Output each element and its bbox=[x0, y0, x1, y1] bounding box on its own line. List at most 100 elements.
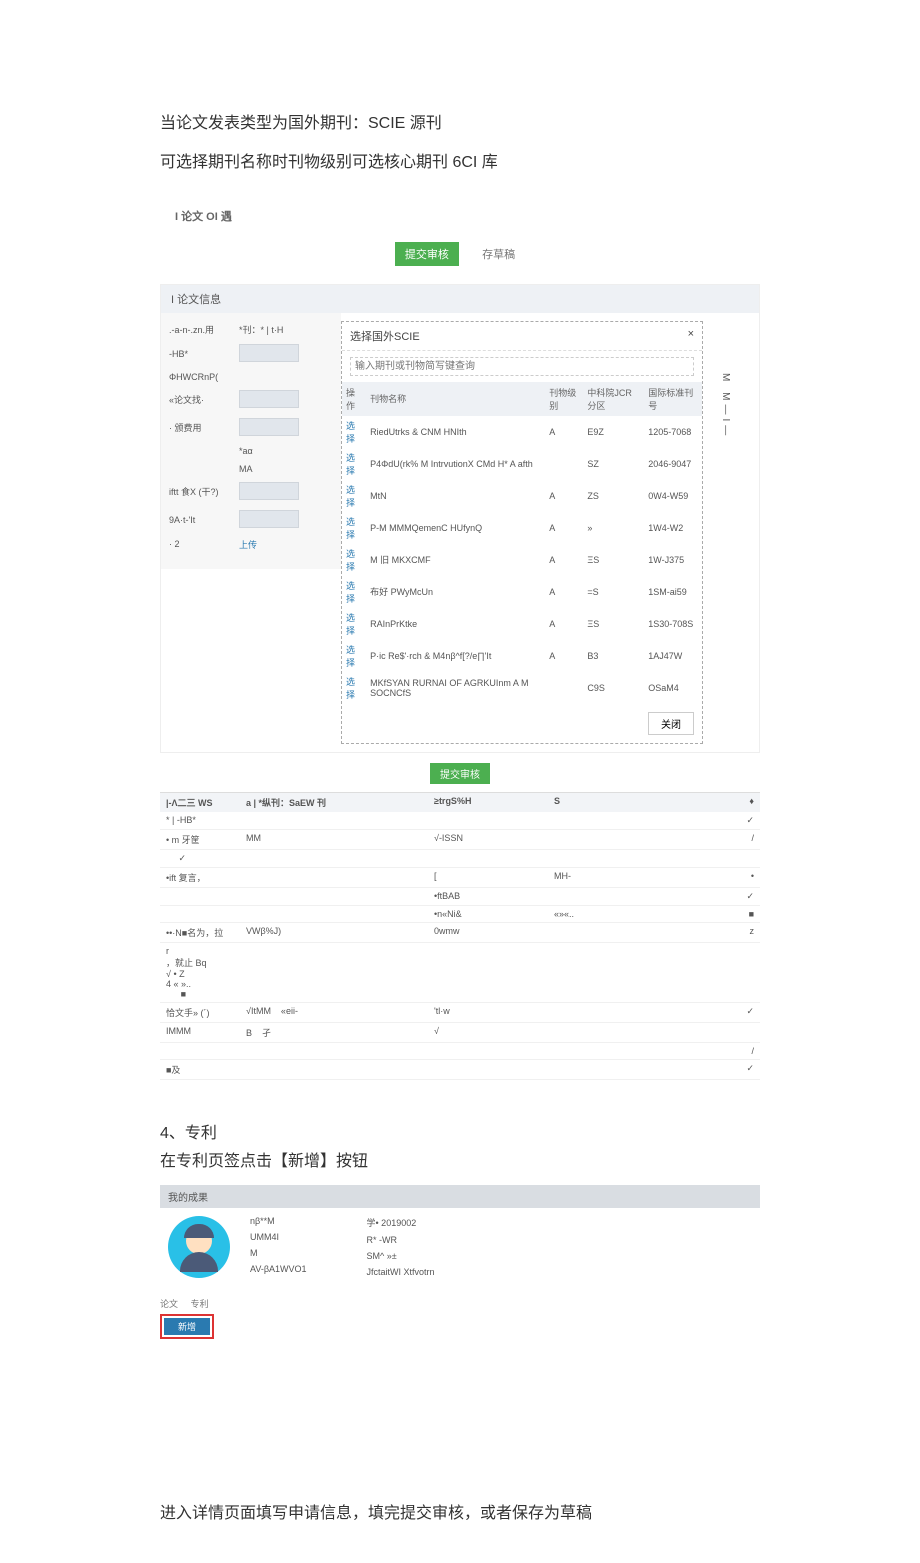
submit-button-2[interactable]: 提交审核 bbox=[430, 763, 490, 784]
cell-jcr: ΞS bbox=[583, 608, 644, 640]
cell: B 孑 bbox=[246, 1026, 434, 1039]
select-link[interactable]: 选择 bbox=[346, 421, 355, 444]
select-link[interactable]: 选择 bbox=[346, 677, 355, 700]
cell: ■ bbox=[734, 909, 754, 919]
form-label: «论文找· bbox=[169, 393, 239, 406]
modal-close-button[interactable]: 关闭 bbox=[648, 712, 694, 735]
form-label: · 2 bbox=[169, 539, 239, 549]
table-row: •ftBAB ✓ bbox=[160, 888, 760, 906]
cell-name: RiedUtrks & CNM HNIth bbox=[366, 416, 545, 448]
table-row: • m 牙筐MM√-ISSN/ bbox=[160, 830, 760, 850]
intro-line-2: 可选择期刊名称时刊物级别可选核心期刊 6CI 库 bbox=[160, 149, 890, 178]
submit-button[interactable]: 提交审核 bbox=[395, 242, 459, 266]
select-link[interactable]: 选择 bbox=[346, 613, 355, 636]
section-4-title: 4、专利 bbox=[160, 1120, 890, 1149]
cell bbox=[674, 871, 734, 884]
select-link[interactable]: 选择 bbox=[346, 645, 355, 668]
new-button[interactable]: 新增 bbox=[164, 1318, 210, 1335]
form-input[interactable] bbox=[239, 418, 299, 436]
cell bbox=[674, 1046, 734, 1056]
form-label: · 颁费用 bbox=[169, 421, 239, 434]
section-4-line: 在专利页签点击【新增】按钮 bbox=[160, 1148, 890, 1177]
cell-jcr: =S bbox=[583, 576, 644, 608]
section-label: I 论文 OI 遇 bbox=[175, 208, 890, 224]
last-paragraph: 进入详情页面填写申请信息，填完提交审核，或者保存为草稿 bbox=[160, 1499, 890, 1523]
select-link[interactable]: 选择 bbox=[346, 485, 355, 508]
th-issn: 国际标准刊号 bbox=[644, 382, 702, 416]
t2-head-c2c: S bbox=[554, 796, 674, 809]
form-input[interactable] bbox=[239, 482, 299, 500]
vertical-text: M M—I— bbox=[711, 313, 731, 439]
cell: ✓ bbox=[166, 853, 246, 864]
t2-head-c1: |-Λ二三 WS bbox=[166, 796, 246, 809]
journal-modal-wrap: 选择国外SCIE × 操作 刊物名称 刊物级别 中科院JCR分区 bbox=[341, 313, 711, 752]
cell: ✓ bbox=[734, 891, 754, 902]
cell-level: A bbox=[545, 480, 583, 512]
cell: IMMM bbox=[166, 1026, 246, 1039]
cell: √ItMM «eii- bbox=[246, 1006, 434, 1019]
cell: •ift 复言， bbox=[166, 871, 246, 884]
upload-link[interactable]: 上传 bbox=[239, 538, 333, 551]
cell-issn: 2046-9047 bbox=[644, 448, 702, 480]
t2-head-c2b: ≥trgS%H bbox=[434, 796, 554, 809]
cell: •ftBAB bbox=[434, 891, 554, 902]
table-row: 选择MtNAZS0W4-W59 bbox=[342, 480, 702, 512]
cell-level: A bbox=[545, 576, 583, 608]
cell bbox=[554, 1063, 674, 1076]
cell-name: 布好 PWyMcUn bbox=[366, 576, 545, 608]
cell bbox=[674, 909, 734, 919]
avatar bbox=[168, 1216, 230, 1278]
cell: 0wmw bbox=[434, 926, 554, 939]
cell-level bbox=[545, 448, 583, 480]
modal-title-text: 选择国外SCIE bbox=[350, 328, 420, 344]
cell-jcr: B3 bbox=[583, 640, 644, 672]
draft-button[interactable]: 存草稿 bbox=[472, 242, 525, 266]
select-link[interactable]: 选择 bbox=[346, 549, 355, 572]
cell bbox=[554, 1026, 674, 1039]
select-link[interactable]: 选择 bbox=[346, 581, 355, 604]
cell bbox=[434, 1063, 554, 1076]
form-input[interactable] bbox=[239, 390, 299, 408]
profile-left-3: M bbox=[250, 1248, 307, 1258]
form-label: 9A·t-'It bbox=[169, 515, 239, 525]
cell: √ bbox=[434, 1026, 554, 1039]
cell: • m 牙筐 bbox=[166, 833, 246, 846]
table-row: 选择RAInPrKtkeAΞS1S30-708S bbox=[342, 608, 702, 640]
form-label: -HB* bbox=[169, 349, 239, 359]
cell bbox=[554, 833, 674, 846]
table-row: r，就止 Bq√ • Z4 « »..■ bbox=[160, 943, 760, 1003]
select-link[interactable]: 选择 bbox=[346, 453, 355, 476]
cell-issn: 1W-J375 bbox=[644, 544, 702, 576]
intro-line-1: 当论文发表类型为国外期刊：SCIE 源刊 bbox=[160, 110, 890, 139]
cell: ✓ bbox=[734, 1006, 754, 1019]
cell bbox=[246, 909, 434, 919]
cell-jcr: SZ bbox=[583, 448, 644, 480]
cell-jcr: ΞS bbox=[583, 544, 644, 576]
form-label: .-a-n-.zn.用 bbox=[169, 323, 239, 336]
modal-search-input[interactable] bbox=[350, 357, 694, 376]
cell: √ • Z bbox=[166, 969, 286, 979]
select-link[interactable]: 选择 bbox=[346, 517, 355, 540]
close-icon[interactable]: × bbox=[688, 328, 694, 344]
cell: 'tl·w bbox=[434, 1006, 554, 1019]
cell: ✓ bbox=[166, 853, 186, 864]
table-row: 选择MKfSYAN RURNAI OF AGRKUInm A M SOCNCfS… bbox=[342, 672, 702, 704]
cell: VWβ%J) bbox=[246, 926, 434, 939]
form-left: .-a-n-.zn.用*刊：* | t·H -HB* ΦHWCRnP( «论文找… bbox=[161, 313, 341, 569]
cell-name: M 旧 MKXCMF bbox=[366, 544, 545, 576]
cell: r，就止 Bq√ • Z4 « »..■ bbox=[166, 946, 246, 999]
form-input[interactable] bbox=[239, 344, 299, 362]
mid-button-row: 提交审核 bbox=[30, 763, 890, 784]
cell bbox=[434, 1046, 554, 1056]
lower-table: |-Λ二三 WS a | *纵刊：SaEW 刊 ≥trgS%H S ♦ * | … bbox=[160, 792, 760, 1080]
cell bbox=[246, 1063, 434, 1076]
profile-right-1: 学• 2019002 bbox=[367, 1216, 435, 1229]
cell-name: P-M MMMQemenC HUfynQ bbox=[366, 512, 545, 544]
cell bbox=[554, 1046, 674, 1056]
cell-jcr: C9S bbox=[583, 672, 644, 704]
cell bbox=[434, 815, 554, 826]
table-row: 选择M 旧 MKXCMFAΞS1W-J375 bbox=[342, 544, 702, 576]
form-input[interactable] bbox=[239, 510, 299, 528]
cell bbox=[674, 891, 734, 902]
table-row: 选择P-M MMMQemenC HUfynQA»1W4-W2 bbox=[342, 512, 702, 544]
